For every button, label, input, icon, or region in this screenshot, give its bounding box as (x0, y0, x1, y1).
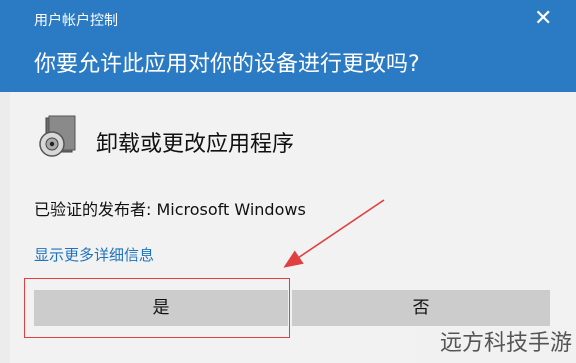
dialog-title: 用户帐户控制 (34, 13, 118, 29)
show-more-details-link[interactable]: 显示更多详细信息 (34, 244, 154, 265)
dialog-body: 卸载或更改应用程序 已验证的发布者: Microsoft Windows 显示更… (10, 92, 576, 363)
no-button[interactable]: 否 (292, 290, 550, 326)
uac-question: 你要允许此应用对你的设备进行更改吗? (34, 52, 420, 77)
watermark-bg: 远方科技手游 (416, 327, 576, 363)
app-name: 卸载或更改应用程序 (96, 132, 295, 157)
close-icon[interactable]: ✕ (534, 8, 552, 30)
yes-button[interactable]: 是 (34, 290, 288, 326)
uac-header: 用户帐户控制 ✕ 你要允许此应用对你的设备进行更改吗? (0, 0, 576, 92)
publisher-text: 已验证的发布者: Microsoft Windows (34, 200, 306, 219)
watermark-text: 远方科技手游 (439, 331, 572, 356)
program-disc-icon (39, 115, 76, 157)
